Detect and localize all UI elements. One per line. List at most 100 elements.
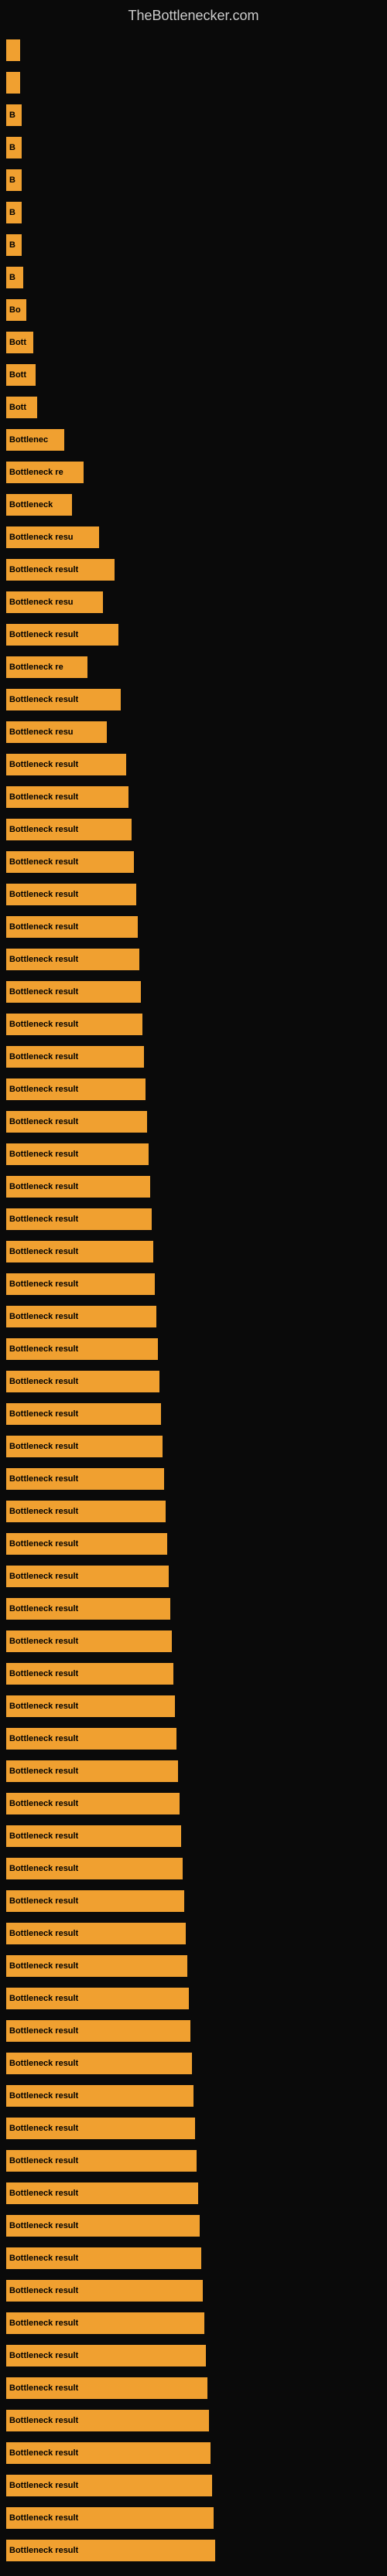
bar-label: Bottleneck result [9,2319,78,2328]
bar: Bottleneck result [6,2312,204,2334]
bar-row: Bottleneck result [0,1075,387,1104]
bar-label: Bottleneck result [9,2448,78,2458]
bar-row: Bottleneck result [0,2276,387,2305]
bar-label: Bottleneck result [9,1572,78,1581]
bar: Bottleneck result [6,1630,172,1652]
bar-row: Bottleneck result [0,2179,387,2208]
bar-row: Bottleneck result [0,2211,387,2240]
bar-label: Bottleneck result [9,2221,78,2230]
bar-label: Bottleneck result [9,695,78,704]
bar-label: B [9,175,15,185]
bar-row: Bott [0,393,387,422]
bar-row: Bottleneck result [0,1140,387,1169]
bar-label: Bottleneck result [9,1799,78,1808]
bar-label: Bottleneck result [9,1312,78,1321]
bar: Bottleneck result [6,2442,211,2464]
bar-label: Bo [9,305,21,315]
bar-label: Bottleneck resu [9,598,74,607]
bar-label: Bottleneck result [9,1150,78,1159]
bar-row: Bottleneck result [0,1854,387,1883]
bar-row: Bottleneck result [0,1984,387,2013]
bar-row: Bottleneck result [0,1951,387,1981]
bar-label: Bottleneck result [9,2383,78,2393]
bar: Bottleneck resu [6,721,107,743]
bar-row: Bottleneck result [0,1724,387,1753]
bar-label: B [9,111,15,120]
bar-row: Bottleneck result [0,1919,387,1948]
bar-row: Bottleneck result [0,1497,387,1526]
bar-label: Bottleneck result [9,1539,78,1549]
bar-label: Bottleneck result [9,565,78,574]
bar: Bottleneck result [6,1760,178,1782]
bar-label: Bottleneck result [9,1637,78,1646]
bar-row: Bottleneck result [0,2471,387,2500]
bar-label: Bottleneck result [9,1020,78,1029]
bar-row: Bottleneck result [0,2081,387,2111]
bar-row: Bottleneck result [0,1562,387,1591]
bar-label: Bottleneck result [9,1831,78,1841]
bar-label: Bottleneck result [9,1961,78,1971]
bar-label: Bottleneck result [9,1247,78,1256]
bar-row: Bottleneck result [0,1886,387,1916]
bar-label: Bottleneck result [9,2254,78,2263]
bar-row: Bottleneck result [0,1042,387,1072]
bar-row: Bottleneck result [0,1269,387,1299]
bar-label: Bottleneck result [9,890,78,899]
bar-row: Bottleneck result [0,2536,387,2565]
bar-label: Bottleneck result [9,1507,78,1516]
bar-label: Bottleneck result [9,2091,78,2101]
bar-row: Bottleneck result [0,1302,387,1331]
bar-label: Bott [9,370,26,380]
bar-label: Bottleneck resu [9,533,74,542]
bar-label: Bott [9,338,26,347]
bar-row: B [0,198,387,227]
bar-label: Bottleneck result [9,1442,78,1451]
bar: Bottleneck result [6,1955,187,1977]
bar: Bottleneck result [6,624,118,646]
bar-row: Bottleneck resu [0,717,387,747]
bar-row: Bottleneck result [0,912,387,942]
bar-label: Bott [9,403,26,412]
bar-label: Bottleneck result [9,1182,78,1191]
bar: Bottleneck result [6,2410,209,2431]
bar-label: Bottleneck result [9,922,78,932]
bar-row: B [0,133,387,162]
bar-row [0,36,387,65]
bar-label: Bottleneck result [9,1215,78,1224]
bar-label: Bottleneck result [9,1052,78,1061]
bar: Bottleneck result [6,1014,142,1035]
bar: Bottleneck result [6,1728,176,1750]
bar: Bottleneck result [6,2507,214,2529]
bar-label: Bottleneck result [9,2481,78,2490]
bar-row: Bottleneck result [0,847,387,877]
bar: Bottleneck result [6,754,126,775]
bar: Bottleneck result [6,1436,163,1457]
bar: Bottleneck result [6,884,136,905]
bar-label: Bottleneck result [9,1344,78,1354]
bar-row: Bottleneck result [0,685,387,714]
bar-row: Bottleneck resu [0,523,387,552]
bar: Bottleneck result [6,2475,212,2496]
bar: Bottleneck result [6,2053,192,2074]
bar-label: B [9,240,15,250]
bar: Bottleneck result [6,1241,153,1262]
bar: Bottleneck result [6,949,139,970]
bar: Bottleneck result [6,1663,173,1685]
bar: B [6,267,23,288]
bar-row: Bottlenec [0,425,387,455]
bar: Bottleneck result [6,1501,166,1522]
bar-row: Bottleneck result [0,1172,387,1201]
bar-label: Bottleneck result [9,955,78,964]
bar-row: Bottleneck [0,490,387,520]
bar [6,39,20,61]
bar-label: Bottleneck result [9,2026,78,2036]
bar: Bottleneck result [6,1111,147,1133]
bar-label: Bottleneck re [9,468,63,477]
bar: B [6,202,22,223]
bar: Bottleneck result [6,1046,144,1068]
bar-row: Bottleneck result [0,782,387,812]
bar: Bottleneck [6,494,72,516]
bar-row: Bottleneck result [0,1529,387,1559]
bar: Bo [6,299,26,321]
bar: Bottleneck result [6,916,138,938]
